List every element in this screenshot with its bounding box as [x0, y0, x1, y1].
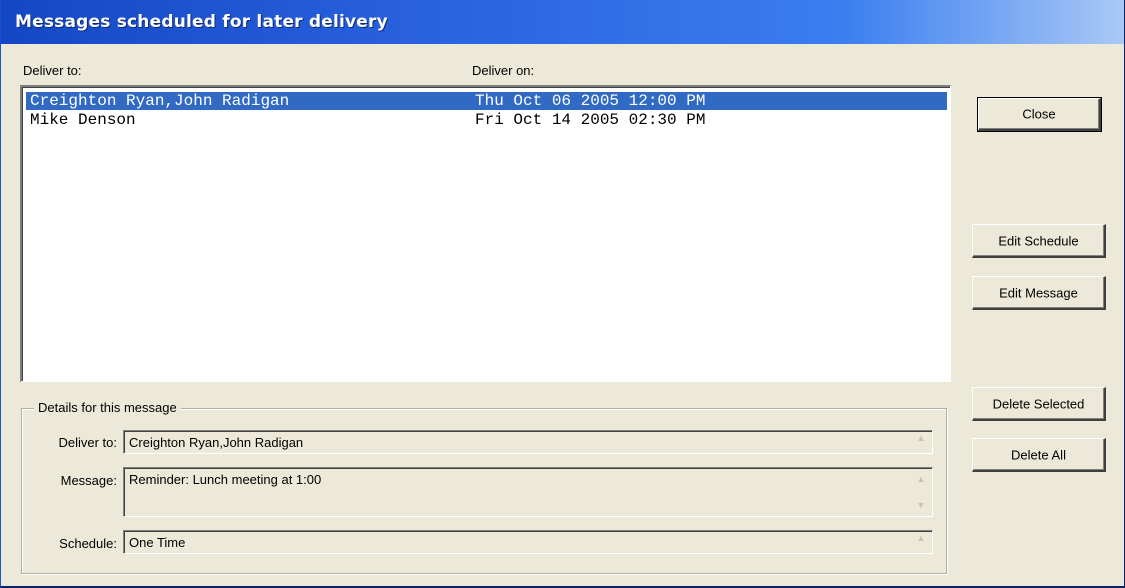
deliver-to-column-header: Deliver to: — [23, 63, 82, 78]
list-item-deliver-to: Creighton Ryan,John Radigan — [30, 92, 290, 110]
deliver-to-value: Creighton Ryan,John Radigan — [129, 435, 304, 450]
down-arrow-icon: ▼ — [916, 500, 926, 510]
schedule-field[interactable]: One Time ▲ — [123, 530, 933, 554]
edit-schedule-button[interactable]: Edit Schedule — [972, 224, 1106, 258]
schedule-label: Schedule: — [59, 536, 117, 551]
edit-schedule-button-label: Edit Schedule — [998, 233, 1079, 248]
message-label: Message: — [60, 473, 117, 488]
deliver-on-column-header: Deliver on: — [472, 63, 535, 78]
message-scroll-up[interactable]: ▲ — [913, 474, 929, 484]
delete-selected-button-label: Delete Selected — [992, 396, 1085, 411]
delete-selected-button[interactable]: Delete Selected — [972, 387, 1106, 421]
list-item-deliver-to: Mike Denson — [30, 111, 136, 129]
list-item[interactable]: Creighton Ryan,John Radigan Thu Oct 06 2… — [26, 92, 947, 110]
details-group-legend: Details for this message — [34, 400, 181, 415]
scheduled-messages-dialog: Messages scheduled for later delivery De… — [0, 0, 1125, 588]
up-arrow-icon: ▲ — [916, 474, 926, 484]
message-value: Reminder: Lunch meeting at 1:00 — [129, 472, 322, 487]
up-arrow-icon: ▲ — [916, 433, 926, 443]
deliver-to-scroll[interactable]: ▲ — [913, 433, 929, 443]
list-item-deliver-on: Fri Oct 14 2005 02:30 PM — [475, 111, 706, 129]
scheduled-messages-list[interactable]: Creighton Ryan,John Radigan Thu Oct 06 2… — [20, 85, 951, 382]
title-bar[interactable]: Messages scheduled for later delivery — [1, 0, 1124, 44]
window-title: Messages scheduled for later delivery — [15, 12, 388, 32]
delete-all-button[interactable]: Delete All — [972, 438, 1106, 472]
up-arrow-icon: ▲ — [916, 533, 926, 543]
deliver-to-label: Deliver to: — [58, 435, 117, 450]
list-item[interactable]: Mike Denson Fri Oct 14 2005 02:30 PM — [26, 111, 947, 129]
edit-message-button-label: Edit Message — [999, 285, 1078, 300]
edit-message-button[interactable]: Edit Message — [972, 276, 1106, 310]
schedule-scroll[interactable]: ▲ — [913, 533, 929, 543]
schedule-value: One Time — [129, 535, 186, 550]
delete-all-button-label: Delete All — [1011, 447, 1066, 462]
close-button-label: Close — [1022, 106, 1056, 122]
list-item-deliver-on: Thu Oct 06 2005 12:00 PM — [475, 92, 706, 110]
message-field[interactable]: Reminder: Lunch meeting at 1:00 ▲ ▼ — [123, 467, 933, 517]
close-button[interactable]: Close — [977, 97, 1102, 132]
deliver-to-field[interactable]: Creighton Ryan,John Radigan ▲ — [123, 430, 933, 454]
message-scroll-down[interactable]: ▼ — [913, 500, 929, 510]
